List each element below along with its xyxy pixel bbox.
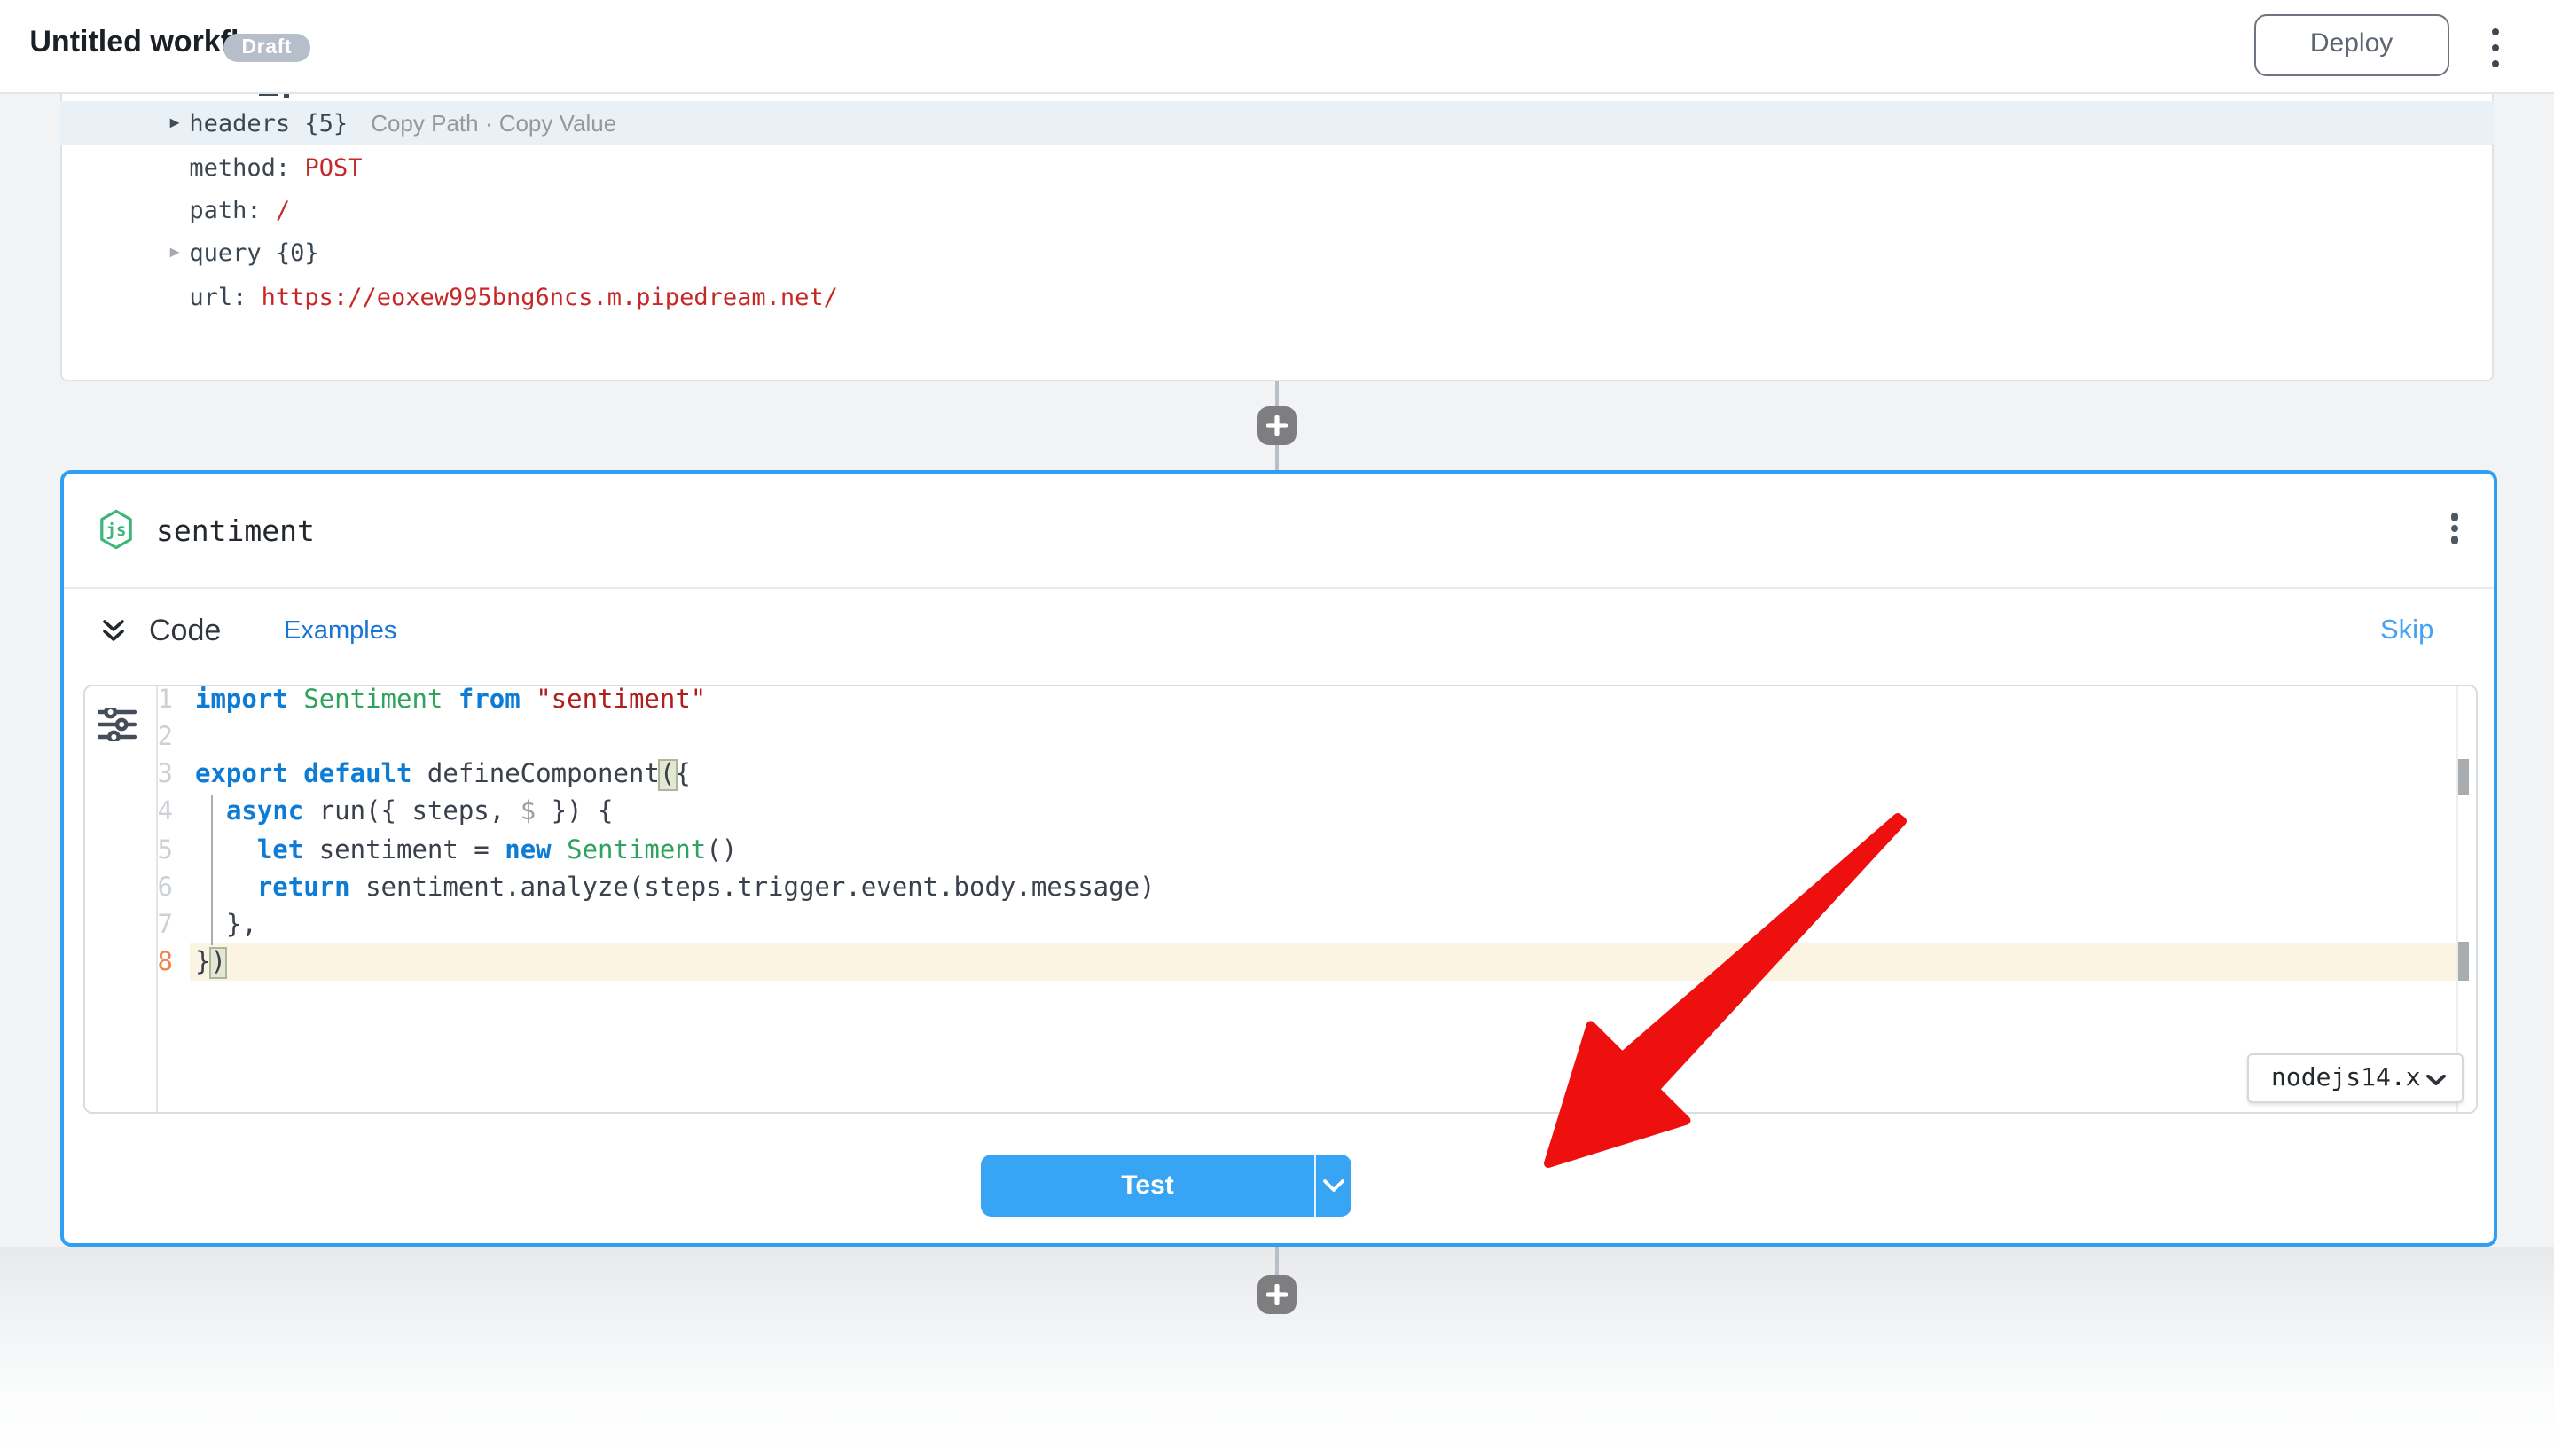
line-number: 8 [85, 945, 173, 982]
json-tree-row: url: https://eoxew995bng6ncs.m.pipedream… [60, 276, 2494, 319]
line-number: 7 [85, 908, 173, 945]
add-step-button[interactable] [1257, 1274, 1297, 1313]
json-key: path: [189, 197, 261, 225]
test-button[interactable]: Test [982, 1155, 1314, 1217]
collapse-section-chevrons-icon[interactable] [102, 618, 123, 650]
add-step-button[interactable] [1257, 406, 1297, 445]
runtime-select[interactable]: nodejs14.x [2246, 1053, 2463, 1102]
chevron-down-icon [1323, 1180, 1344, 1193]
json-key: method: [189, 153, 290, 182]
code-line: return sentiment.analyze(steps.trigger.e… [195, 871, 1156, 908]
test-options-button[interactable] [1316, 1155, 1351, 1217]
code-line: let sentiment = new Sentiment() [195, 833, 737, 870]
chevron-down-icon [2425, 1075, 2445, 1085]
test-split-button: Test [982, 1155, 1351, 1217]
json-value: / [262, 197, 291, 225]
line-number: 2 [85, 720, 173, 757]
code-editor[interactable]: 12345678 import Sentiment from "sentimen… [83, 685, 2478, 1113]
workflow-editor-page: Untitled workflow Draft Deploy ▶headers … [0, 0, 2554, 1456]
json-tree-row: method: POST [60, 146, 2494, 190]
scrollbar-thumb[interactable] [2457, 758, 2468, 794]
trigger-json-tree[interactable]: ▶ headers {5} Copy Path · Copy Value method… [60, 100, 2494, 319]
scrollbar-thumb[interactable] [2457, 941, 2468, 981]
examples-link[interactable]: Examples [284, 616, 396, 645]
json-value: https://eoxew995bng6ncs.m.pipedream.net/ [247, 284, 838, 312]
skip-link[interactable]: Skip [2380, 614, 2433, 646]
json-key: headers {5} [189, 109, 348, 137]
app-bar-border [0, 91, 2554, 93]
code-section-label: Code [149, 613, 221, 648]
code-line: async run({ steps, $ }) { [195, 795, 613, 833]
runtime-value: nodejs14.x [2271, 1064, 2421, 1092]
line-number: 1 [85, 685, 173, 720]
app-bar [0, 0, 2554, 91]
code-line: import Sentiment from "sentiment" [195, 685, 706, 720]
step-menu-kebab-icon[interactable] [2448, 513, 2462, 544]
line-number: 4 [85, 795, 173, 833]
scrollbar-track [2456, 686, 2458, 1113]
code-line: export default defineComponent({ [195, 757, 691, 795]
line-number: 3 [85, 757, 173, 795]
step-name[interactable]: sentiment [156, 513, 315, 547]
connector-line [1275, 1247, 1279, 1275]
json-key: query {0} [189, 240, 318, 269]
svg-text:js: js [106, 520, 126, 539]
json-value: POST [290, 153, 362, 182]
status-badge: Draft [223, 34, 310, 62]
active-line-highlight [190, 943, 2468, 981]
nodejs-hexagon-icon: js [98, 508, 132, 558]
line-number: 5 [85, 833, 173, 870]
code-line: }) [195, 945, 226, 982]
plus-icon [1266, 1283, 1288, 1304]
copy-path-copy-value-actions[interactable]: Copy Path · Copy Value [371, 110, 616, 137]
line-number: 6 [85, 871, 173, 908]
json-tree-row: path: / [60, 190, 2494, 233]
step-header-divider [63, 586, 2493, 588]
deploy-button[interactable]: Deploy [2254, 14, 2449, 76]
code-line: }, [195, 908, 257, 945]
workflow-menu-kebab-icon[interactable] [2487, 28, 2504, 67]
plus-icon [1266, 415, 1288, 436]
json-key: url: [189, 284, 247, 312]
disclosure-triangle-icon[interactable]: ▶ [170, 114, 180, 132]
disclosure-triangle-icon[interactable]: ▶ [170, 246, 180, 263]
json-tree-row[interactable]: ▶ headers {5} Copy Path · Copy Value [60, 100, 2494, 146]
json-tree-row[interactable]: ▶ query {0} [60, 233, 2494, 277]
